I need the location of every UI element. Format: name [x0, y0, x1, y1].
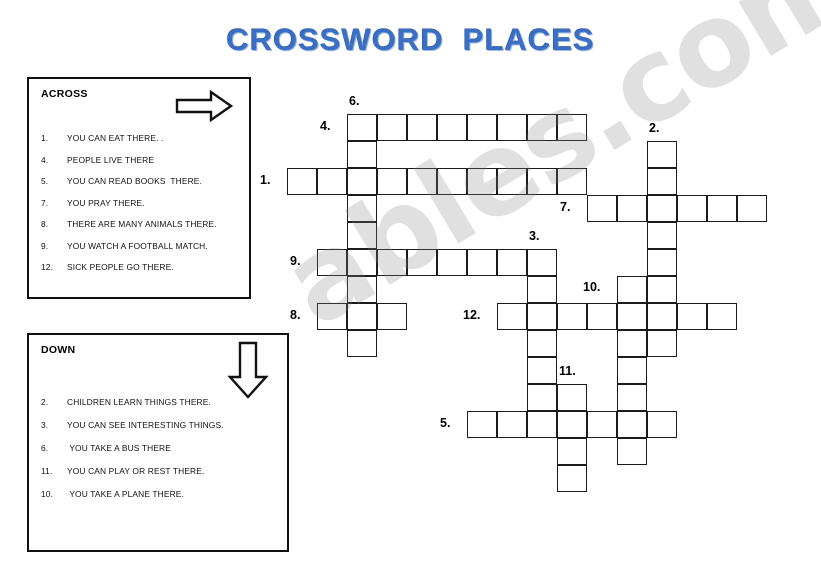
crossword-cell[interactable] — [527, 114, 557, 141]
crossword-cell[interactable] — [467, 411, 497, 438]
crossword-cell[interactable] — [617, 357, 647, 384]
crossword-clue-number: 5. — [440, 416, 451, 430]
crossword-cell[interactable] — [497, 249, 527, 276]
crossword-clue-number: 1. — [260, 173, 271, 187]
crossword-cell[interactable] — [527, 168, 557, 195]
crossword-clue-number: 6. — [349, 94, 360, 108]
crossword-cell[interactable] — [437, 249, 467, 276]
crossword-cell[interactable] — [647, 168, 677, 195]
crossword-cell[interactable] — [347, 303, 377, 330]
crossword-cell[interactable] — [617, 303, 647, 330]
crossword-cell[interactable] — [317, 303, 347, 330]
crossword-clue-number: 2. — [649, 121, 660, 135]
crossword-clue-number: 11. — [559, 364, 576, 378]
crossword-cell[interactable] — [527, 276, 557, 303]
crossword-cell[interactable] — [587, 303, 617, 330]
crossword-cell[interactable] — [527, 357, 557, 384]
crossword-cell[interactable] — [677, 303, 707, 330]
crossword-cell[interactable] — [347, 249, 377, 276]
crossword-clue-number: 9. — [290, 254, 301, 268]
crossword-cell[interactable] — [587, 411, 617, 438]
crossword-cell[interactable] — [437, 168, 467, 195]
crossword-cell[interactable] — [497, 168, 527, 195]
crossword-cell[interactable] — [677, 195, 707, 222]
crossword-cell[interactable] — [497, 411, 527, 438]
crossword-cell[interactable] — [287, 168, 317, 195]
crossword-grid[interactable]: 4. 1. 9. 8. 12. 7. 5. 6. 2. 3. 10. 11. — [0, 0, 821, 581]
crossword-cell[interactable] — [557, 303, 587, 330]
crossword-cell[interactable] — [497, 114, 527, 141]
crossword-cell[interactable] — [557, 384, 587, 411]
crossword-cell[interactable] — [647, 303, 677, 330]
crossword-cell[interactable] — [377, 249, 407, 276]
crossword-cell[interactable] — [647, 195, 677, 222]
crossword-cell[interactable] — [647, 222, 677, 249]
crossword-cell[interactable] — [707, 195, 737, 222]
crossword-cell[interactable] — [347, 222, 377, 249]
crossword-clue-number: 4. — [320, 119, 331, 133]
crossword-clue-number: 10. — [583, 280, 601, 294]
crossword-cell[interactable] — [407, 249, 437, 276]
crossword-cell[interactable] — [527, 411, 557, 438]
crossword-cell[interactable] — [647, 330, 677, 357]
crossword-cell[interactable] — [317, 168, 347, 195]
crossword-cell[interactable] — [407, 114, 437, 141]
crossword-cell[interactable] — [737, 195, 767, 222]
crossword-cell[interactable] — [557, 411, 587, 438]
crossword-cell[interactable] — [617, 195, 647, 222]
crossword-cell[interactable] — [467, 249, 497, 276]
crossword-cell[interactable] — [557, 465, 587, 492]
crossword-cell[interactable] — [377, 303, 407, 330]
crossword-cell[interactable] — [347, 195, 377, 222]
crossword-cell[interactable] — [557, 168, 587, 195]
crossword-cell[interactable] — [437, 114, 467, 141]
crossword-cell[interactable] — [347, 114, 377, 141]
crossword-cell[interactable] — [527, 303, 557, 330]
crossword-cell[interactable] — [647, 411, 677, 438]
crossword-cell[interactable] — [347, 168, 377, 195]
crossword-cell[interactable] — [527, 384, 557, 411]
crossword-cell[interactable] — [617, 276, 647, 303]
crossword-clue-number: 3. — [529, 229, 540, 243]
crossword-cell[interactable] — [347, 141, 377, 168]
crossword-clue-number: 8. — [290, 308, 301, 322]
crossword-clue-number: 7. — [560, 200, 571, 214]
crossword-cell[interactable] — [617, 411, 647, 438]
crossword-cell[interactable] — [467, 114, 497, 141]
crossword-cell[interactable] — [707, 303, 737, 330]
crossword-cell[interactable] — [617, 384, 647, 411]
crossword-cell[interactable] — [647, 276, 677, 303]
crossword-cell[interactable] — [347, 276, 377, 303]
crossword-cell[interactable] — [347, 330, 377, 357]
crossword-cell[interactable] — [377, 168, 407, 195]
crossword-cell[interactable] — [617, 438, 647, 465]
crossword-cell[interactable] — [617, 330, 647, 357]
crossword-cell[interactable] — [527, 330, 557, 357]
crossword-clue-number: 12. — [463, 308, 481, 322]
crossword-cell[interactable] — [557, 438, 587, 465]
crossword-cell[interactable] — [587, 195, 617, 222]
crossword-cell[interactable] — [407, 168, 437, 195]
crossword-cell[interactable] — [467, 168, 497, 195]
crossword-cell[interactable] — [557, 114, 587, 141]
crossword-cell[interactable] — [647, 141, 677, 168]
crossword-cell[interactable] — [647, 249, 677, 276]
crossword-cell[interactable] — [527, 249, 557, 276]
crossword-cell[interactable] — [497, 303, 527, 330]
crossword-cell[interactable] — [377, 114, 407, 141]
crossword-cell[interactable] — [317, 249, 347, 276]
